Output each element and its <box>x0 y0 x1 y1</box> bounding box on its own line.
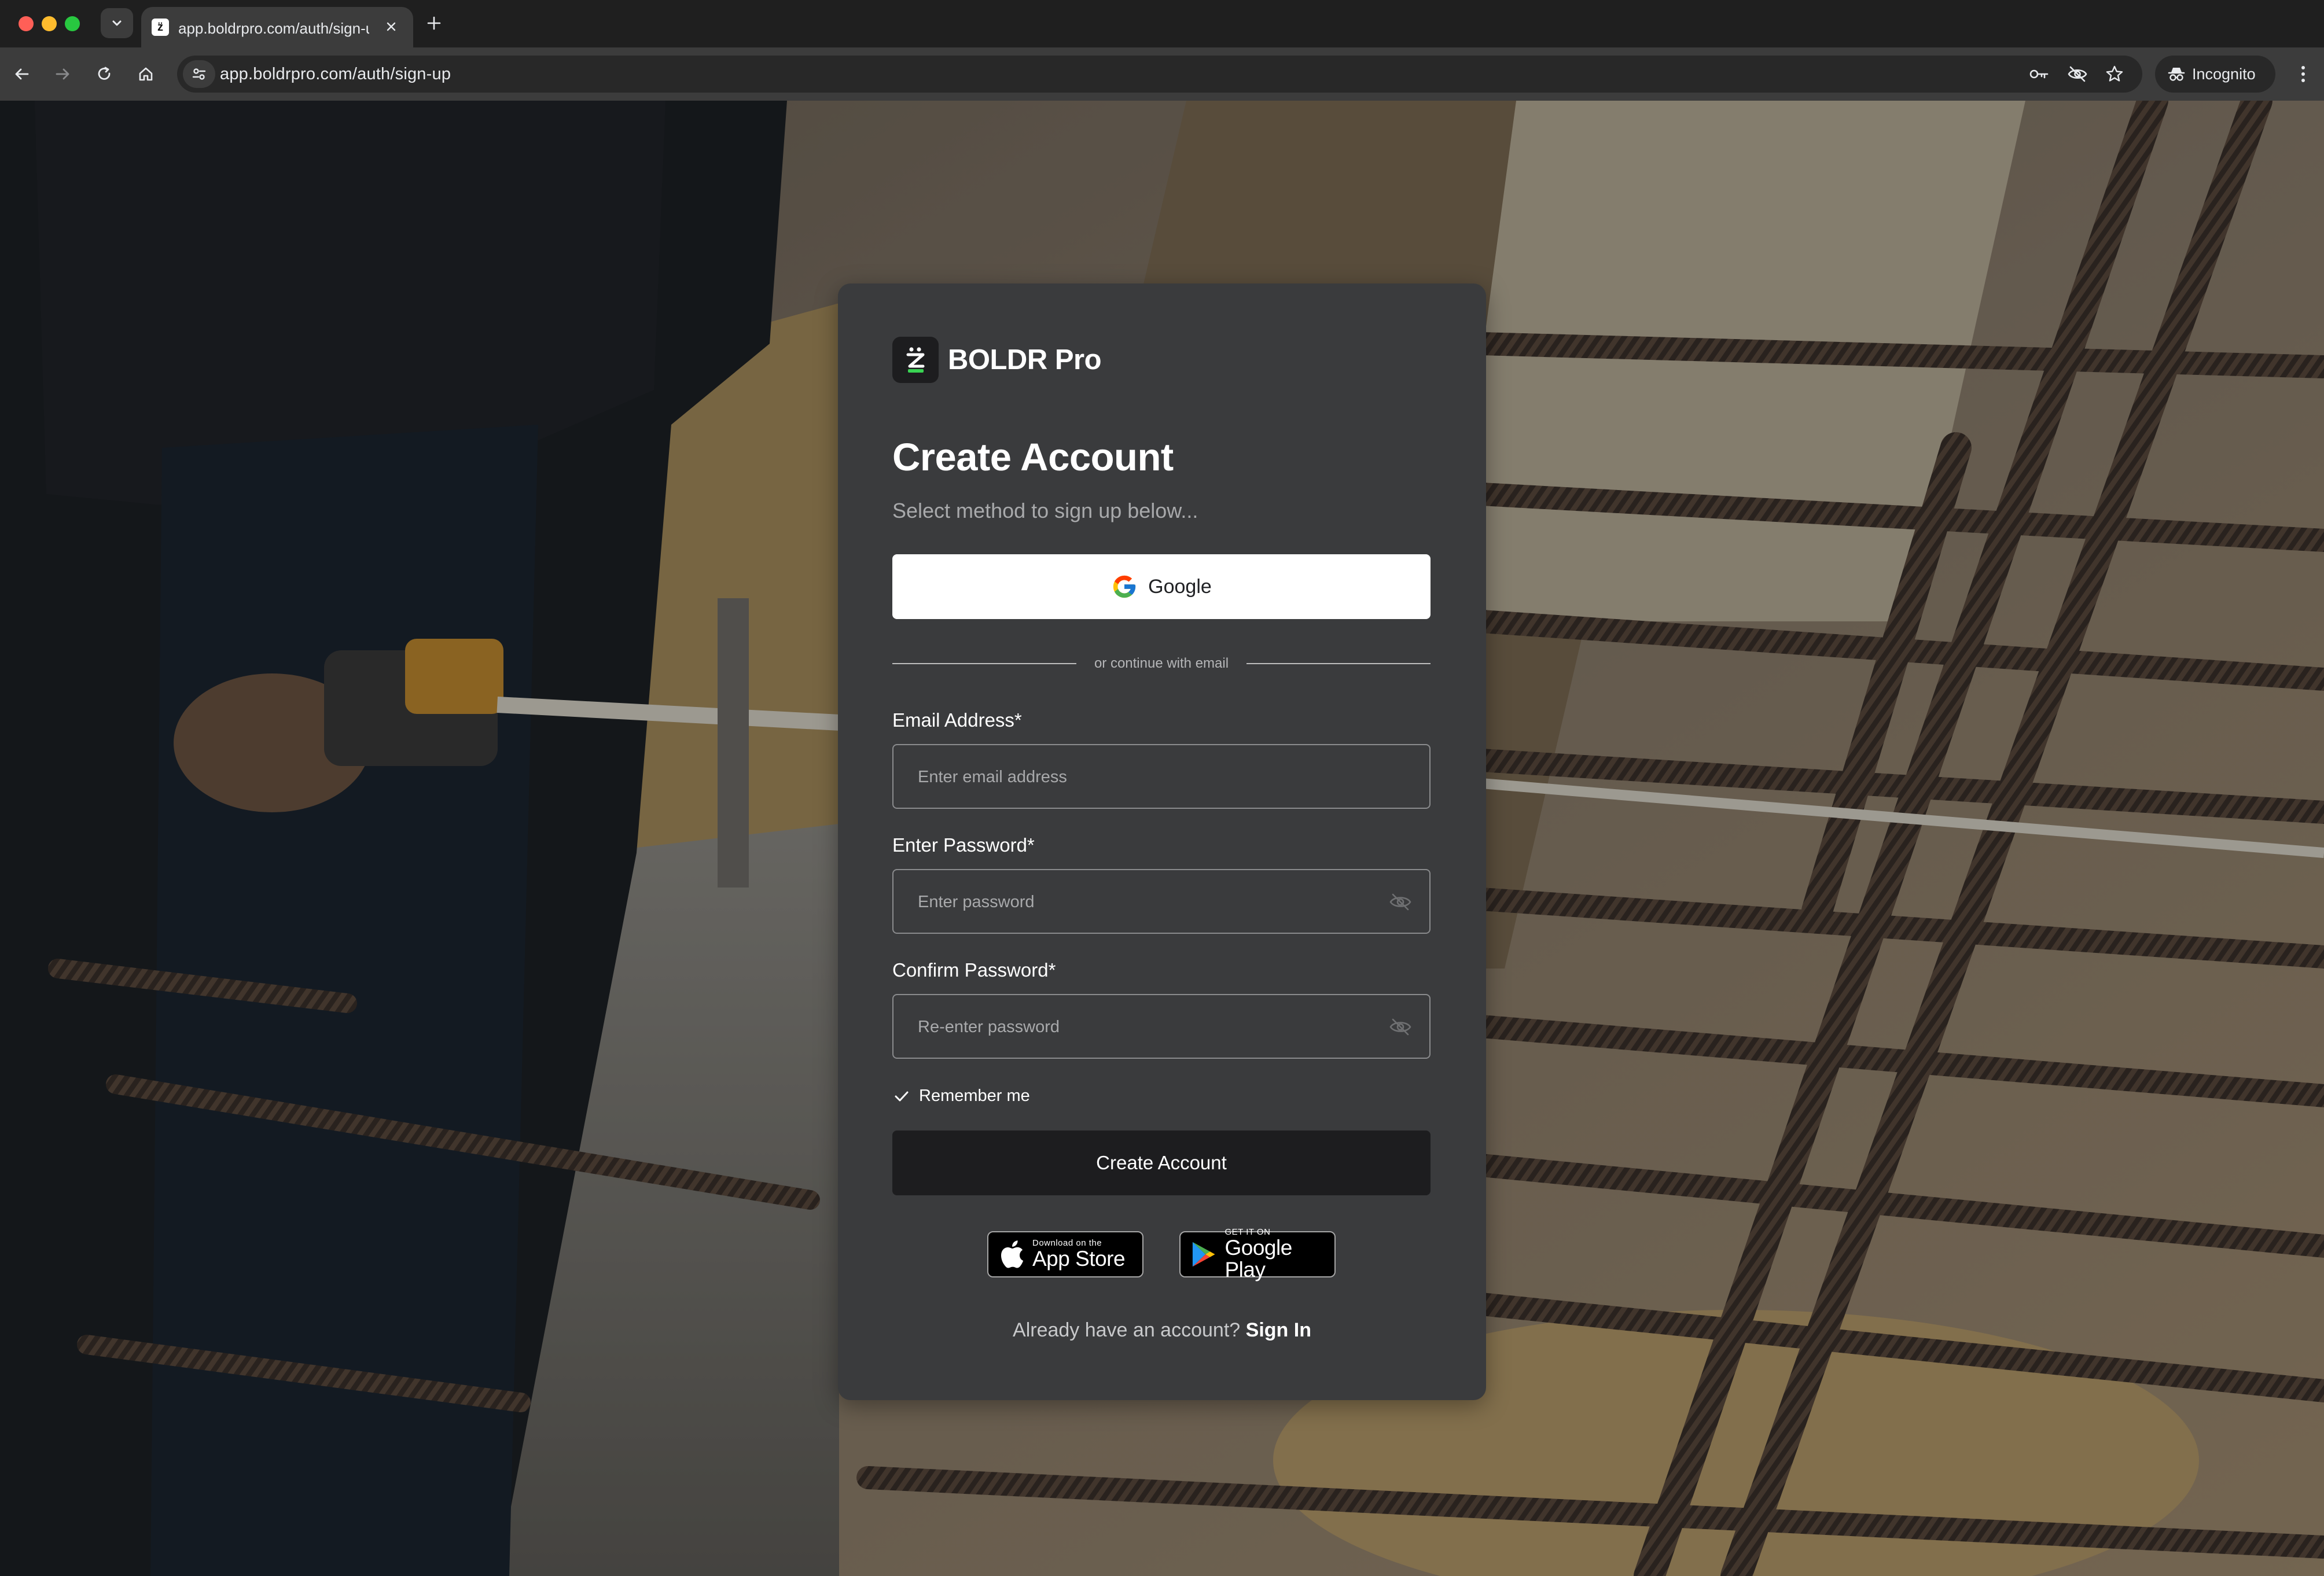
remember-me-label: Remember me <box>919 1087 1030 1105</box>
google-button-label: Google <box>1148 575 1212 598</box>
create-account-button[interactable]: Create Account <box>892 1131 1431 1195</box>
google-play-badge[interactable]: GET IT ON Google Play <box>1179 1228 1336 1281</box>
eye-off-icon <box>2068 66 2087 82</box>
page-title: Create Account <box>892 436 1174 479</box>
eye-off-icon[interactable] <box>1389 1017 1412 1037</box>
signin-prompt-text: Already have an account? <box>1013 1319 1241 1341</box>
star-icon <box>2106 65 2123 82</box>
minimize-window-button[interactable] <box>42 16 57 31</box>
app-store-big-text: App Store <box>1032 1247 1126 1271</box>
confirm-password-label: Confirm Password* <box>892 959 1056 981</box>
browser-tab-bar: z̈ app.boldrpro.com/auth/sign-up <box>0 0 2324 47</box>
site-info-button[interactable] <box>183 60 215 88</box>
tune-icon <box>192 68 206 80</box>
incognito-icon <box>2168 68 2185 81</box>
key-icon <box>2029 69 2049 79</box>
brand-name: BOLDR Pro <box>948 344 1102 375</box>
email-input[interactable] <box>917 745 1382 809</box>
google-signup-button[interactable]: Google <box>892 554 1431 619</box>
address-bar[interactable]: app.boldrpro.com/auth/sign-up <box>177 56 2142 93</box>
new-tab-button[interactable] <box>422 12 446 35</box>
google-play-icon <box>1192 1242 1215 1267</box>
page-subtitle: Select method to sign up below... <box>892 499 1198 522</box>
email-label: Email Address* <box>892 709 1022 731</box>
signin-link[interactable]: Sign In <box>1246 1319 1311 1341</box>
signup-card: BOLDR Pro Create Account Select method t… <box>838 283 1486 1400</box>
password-label: Enter Password* <box>892 834 1035 856</box>
password-key-button[interactable] <box>2027 61 2052 87</box>
chevron-down-icon <box>112 20 122 26</box>
divider-line-right <box>1246 663 1431 664</box>
email-divider: or continue with email <box>892 655 1431 672</box>
google-play-big-text: Google Play <box>1224 1236 1292 1282</box>
eye-off-icon[interactable] <box>1389 892 1412 912</box>
check-icon <box>895 1091 909 1101</box>
app-store-badge[interactable]: Download on the App Store <box>987 1231 1143 1277</box>
tab-search-button[interactable] <box>101 8 133 38</box>
back-button[interactable] <box>8 60 36 88</box>
page-viewport: BOLDR Pro Create Account Select method t… <box>0 101 2324 1576</box>
boldr-logo-icon <box>892 337 939 383</box>
tracking-protection-button[interactable] <box>2065 61 2090 87</box>
incognito-label: Incognito <box>2192 65 2256 83</box>
apple-icon <box>1001 1240 1024 1268</box>
email-field[interactable] <box>892 744 1431 809</box>
password-input[interactable] <box>917 870 1382 934</box>
reload-icon <box>98 67 111 80</box>
close-window-button[interactable] <box>19 16 34 31</box>
password-field[interactable] <box>892 869 1431 934</box>
confirm-password-field[interactable] <box>892 994 1431 1059</box>
signin-prompt: Already have an account? Sign In <box>838 1319 1486 1342</box>
favicon-icon: z̈ <box>152 19 169 36</box>
home-button[interactable] <box>132 60 160 88</box>
forward-button[interactable] <box>49 60 76 88</box>
remember-me-option[interactable]: Remember me <box>892 1087 1030 1106</box>
google-icon <box>1113 575 1136 598</box>
reload-button[interactable] <box>90 60 118 88</box>
tab-close-button[interactable] <box>382 17 400 36</box>
browser-tab-active[interactable]: z̈ app.boldrpro.com/auth/sign-up <box>141 7 413 47</box>
tab-title: app.boldrpro.com/auth/sign-up <box>178 20 369 37</box>
confirm-password-input[interactable] <box>917 995 1382 1059</box>
maximize-window-button[interactable] <box>65 16 80 31</box>
browser-toolbar: app.boldrpro.com/auth/sign-up Incognito <box>0 47 2324 101</box>
browser-menu-button[interactable] <box>2292 61 2315 87</box>
url-text: app.boldrpro.com/auth/sign-up <box>220 65 451 83</box>
bookmark-button[interactable] <box>2102 61 2127 87</box>
arrow-right-icon <box>56 68 69 80</box>
close-icon <box>387 22 396 31</box>
remember-me-checkbox[interactable] <box>892 1087 911 1106</box>
more-vertical-icon <box>2301 66 2305 82</box>
brand-header: BOLDR Pro <box>892 337 1102 383</box>
incognito-profile-button[interactable]: Incognito <box>2155 56 2275 93</box>
home-icon <box>139 67 153 81</box>
arrow-left-icon <box>15 68 29 80</box>
plus-icon <box>427 16 441 30</box>
